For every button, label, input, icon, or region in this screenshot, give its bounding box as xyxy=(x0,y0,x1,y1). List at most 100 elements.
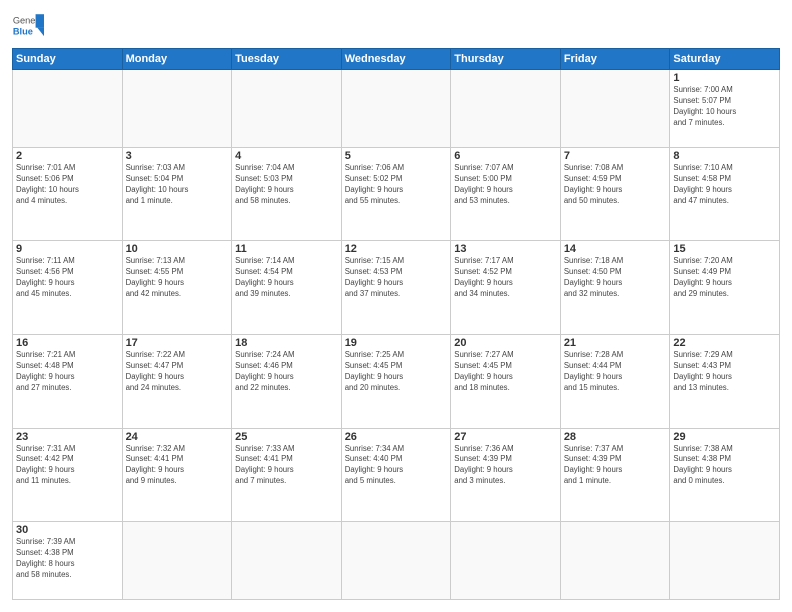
week-row-5: 23Sunrise: 7:31 AM Sunset: 4:42 PM Dayli… xyxy=(13,428,780,522)
day-number: 17 xyxy=(126,337,229,349)
day-info: Sunrise: 7:28 AM Sunset: 4:44 PM Dayligh… xyxy=(564,350,667,394)
calendar-cell: 10Sunrise: 7:13 AM Sunset: 4:55 PM Dayli… xyxy=(122,241,232,335)
day-info: Sunrise: 7:37 AM Sunset: 4:39 PM Dayligh… xyxy=(564,444,667,488)
week-row-1: 1Sunrise: 7:00 AM Sunset: 5:07 PM Daylig… xyxy=(13,70,780,148)
calendar-cell: 2Sunrise: 7:01 AM Sunset: 5:06 PM Daylig… xyxy=(13,147,123,241)
calendar-cell: 24Sunrise: 7:32 AM Sunset: 4:41 PM Dayli… xyxy=(122,428,232,522)
calendar-cell: 17Sunrise: 7:22 AM Sunset: 4:47 PM Dayli… xyxy=(122,334,232,428)
day-number: 28 xyxy=(564,431,667,443)
day-info: Sunrise: 7:10 AM Sunset: 4:58 PM Dayligh… xyxy=(673,163,776,207)
calendar-cell: 16Sunrise: 7:21 AM Sunset: 4:48 PM Dayli… xyxy=(13,334,123,428)
week-row-2: 2Sunrise: 7:01 AM Sunset: 5:06 PM Daylig… xyxy=(13,147,780,241)
day-info: Sunrise: 7:34 AM Sunset: 4:40 PM Dayligh… xyxy=(345,444,448,488)
calendar-cell: 14Sunrise: 7:18 AM Sunset: 4:50 PM Dayli… xyxy=(560,241,670,335)
day-number: 24 xyxy=(126,431,229,443)
calendar-cell xyxy=(122,70,232,148)
calendar-cell: 11Sunrise: 7:14 AM Sunset: 4:54 PM Dayli… xyxy=(232,241,342,335)
day-number: 23 xyxy=(16,431,119,443)
calendar-cell: 23Sunrise: 7:31 AM Sunset: 4:42 PM Dayli… xyxy=(13,428,123,522)
day-number: 8 xyxy=(673,150,776,162)
day-number: 7 xyxy=(564,150,667,162)
day-number: 16 xyxy=(16,337,119,349)
logo: General Blue xyxy=(12,12,44,40)
calendar-cell: 30Sunrise: 7:39 AM Sunset: 4:38 PM Dayli… xyxy=(13,522,123,600)
day-number: 19 xyxy=(345,337,448,349)
day-info: Sunrise: 7:27 AM Sunset: 4:45 PM Dayligh… xyxy=(454,350,557,394)
day-info: Sunrise: 7:11 AM Sunset: 4:56 PM Dayligh… xyxy=(16,256,119,300)
week-row-3: 9Sunrise: 7:11 AM Sunset: 4:56 PM Daylig… xyxy=(13,241,780,335)
weekday-header-saturday: Saturday xyxy=(670,49,780,70)
calendar-cell: 12Sunrise: 7:15 AM Sunset: 4:53 PM Dayli… xyxy=(341,241,451,335)
weekday-header-monday: Monday xyxy=(122,49,232,70)
calendar-cell: 25Sunrise: 7:33 AM Sunset: 4:41 PM Dayli… xyxy=(232,428,342,522)
day-info: Sunrise: 7:32 AM Sunset: 4:41 PM Dayligh… xyxy=(126,444,229,488)
day-number: 9 xyxy=(16,243,119,255)
weekday-header-wednesday: Wednesday xyxy=(341,49,451,70)
weekday-header-row: SundayMondayTuesdayWednesdayThursdayFrid… xyxy=(13,49,780,70)
calendar-cell: 9Sunrise: 7:11 AM Sunset: 4:56 PM Daylig… xyxy=(13,241,123,335)
day-info: Sunrise: 7:39 AM Sunset: 4:38 PM Dayligh… xyxy=(16,537,119,581)
day-number: 25 xyxy=(235,431,338,443)
calendar-cell: 19Sunrise: 7:25 AM Sunset: 4:45 PM Dayli… xyxy=(341,334,451,428)
day-info: Sunrise: 7:13 AM Sunset: 4:55 PM Dayligh… xyxy=(126,256,229,300)
week-row-6: 30Sunrise: 7:39 AM Sunset: 4:38 PM Dayli… xyxy=(13,522,780,600)
day-info: Sunrise: 7:15 AM Sunset: 4:53 PM Dayligh… xyxy=(345,256,448,300)
calendar-cell: 29Sunrise: 7:38 AM Sunset: 4:38 PM Dayli… xyxy=(670,428,780,522)
calendar-cell: 27Sunrise: 7:36 AM Sunset: 4:39 PM Dayli… xyxy=(451,428,561,522)
day-number: 22 xyxy=(673,337,776,349)
weekday-header-friday: Friday xyxy=(560,49,670,70)
calendar-cell xyxy=(451,70,561,148)
day-info: Sunrise: 7:24 AM Sunset: 4:46 PM Dayligh… xyxy=(235,350,338,394)
day-number: 30 xyxy=(16,524,119,536)
calendar-cell xyxy=(13,70,123,148)
svg-text:Blue: Blue xyxy=(13,26,33,36)
calendar-cell xyxy=(122,522,232,600)
day-number: 3 xyxy=(126,150,229,162)
page: General Blue SundayMondayTuesdayWednesda… xyxy=(0,0,792,612)
calendar-cell: 21Sunrise: 7:28 AM Sunset: 4:44 PM Dayli… xyxy=(560,334,670,428)
header: General Blue xyxy=(12,12,780,40)
calendar-cell xyxy=(560,522,670,600)
day-info: Sunrise: 7:38 AM Sunset: 4:38 PM Dayligh… xyxy=(673,444,776,488)
weekday-header-thursday: Thursday xyxy=(451,49,561,70)
day-number: 15 xyxy=(673,243,776,255)
weekday-header-tuesday: Tuesday xyxy=(232,49,342,70)
day-info: Sunrise: 7:04 AM Sunset: 5:03 PM Dayligh… xyxy=(235,163,338,207)
day-info: Sunrise: 7:31 AM Sunset: 4:42 PM Dayligh… xyxy=(16,444,119,488)
calendar-cell xyxy=(451,522,561,600)
day-number: 27 xyxy=(454,431,557,443)
calendar-cell: 7Sunrise: 7:08 AM Sunset: 4:59 PM Daylig… xyxy=(560,147,670,241)
calendar-table: SundayMondayTuesdayWednesdayThursdayFrid… xyxy=(12,48,780,600)
day-info: Sunrise: 7:01 AM Sunset: 5:06 PM Dayligh… xyxy=(16,163,119,207)
calendar-cell xyxy=(560,70,670,148)
calendar-cell: 8Sunrise: 7:10 AM Sunset: 4:58 PM Daylig… xyxy=(670,147,780,241)
day-info: Sunrise: 7:22 AM Sunset: 4:47 PM Dayligh… xyxy=(126,350,229,394)
calendar-cell: 1Sunrise: 7:00 AM Sunset: 5:07 PM Daylig… xyxy=(670,70,780,148)
day-number: 11 xyxy=(235,243,338,255)
calendar-cell xyxy=(670,522,780,600)
calendar-cell: 13Sunrise: 7:17 AM Sunset: 4:52 PM Dayli… xyxy=(451,241,561,335)
day-info: Sunrise: 7:29 AM Sunset: 4:43 PM Dayligh… xyxy=(673,350,776,394)
calendar-cell xyxy=(341,70,451,148)
day-info: Sunrise: 7:07 AM Sunset: 5:00 PM Dayligh… xyxy=(454,163,557,207)
calendar-cell: 5Sunrise: 7:06 AM Sunset: 5:02 PM Daylig… xyxy=(341,147,451,241)
day-info: Sunrise: 7:18 AM Sunset: 4:50 PM Dayligh… xyxy=(564,256,667,300)
calendar-cell: 22Sunrise: 7:29 AM Sunset: 4:43 PM Dayli… xyxy=(670,334,780,428)
day-number: 6 xyxy=(454,150,557,162)
day-info: Sunrise: 7:33 AM Sunset: 4:41 PM Dayligh… xyxy=(235,444,338,488)
calendar-cell: 18Sunrise: 7:24 AM Sunset: 4:46 PM Dayli… xyxy=(232,334,342,428)
day-number: 5 xyxy=(345,150,448,162)
day-info: Sunrise: 7:20 AM Sunset: 4:49 PM Dayligh… xyxy=(673,256,776,300)
day-info: Sunrise: 7:25 AM Sunset: 4:45 PM Dayligh… xyxy=(345,350,448,394)
day-info: Sunrise: 7:00 AM Sunset: 5:07 PM Dayligh… xyxy=(673,85,776,129)
day-number: 13 xyxy=(454,243,557,255)
day-number: 10 xyxy=(126,243,229,255)
day-number: 1 xyxy=(673,72,776,84)
calendar-cell xyxy=(341,522,451,600)
day-number: 20 xyxy=(454,337,557,349)
calendar-cell: 15Sunrise: 7:20 AM Sunset: 4:49 PM Dayli… xyxy=(670,241,780,335)
week-row-4: 16Sunrise: 7:21 AM Sunset: 4:48 PM Dayli… xyxy=(13,334,780,428)
calendar-cell: 6Sunrise: 7:07 AM Sunset: 5:00 PM Daylig… xyxy=(451,147,561,241)
day-info: Sunrise: 7:08 AM Sunset: 4:59 PM Dayligh… xyxy=(564,163,667,207)
day-info: Sunrise: 7:14 AM Sunset: 4:54 PM Dayligh… xyxy=(235,256,338,300)
